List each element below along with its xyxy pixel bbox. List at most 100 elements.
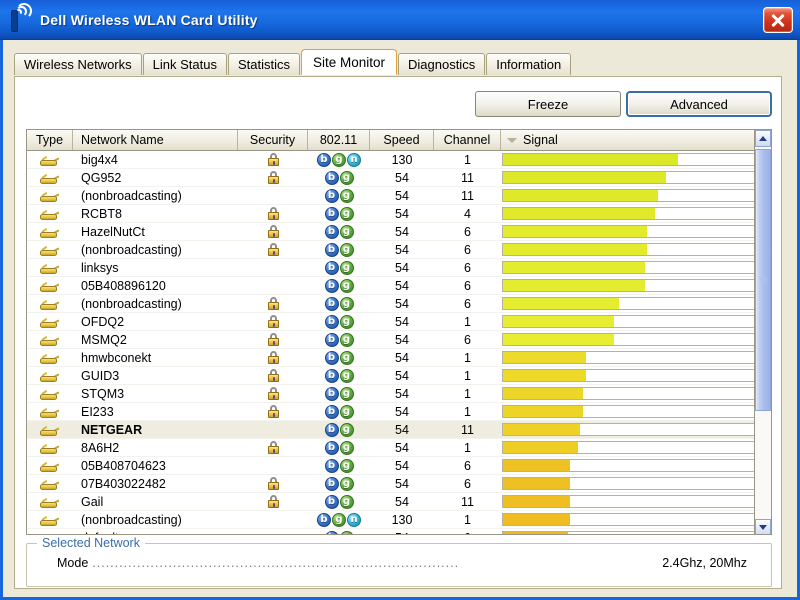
protocol-b-icon: b: [324, 170, 339, 185]
advanced-button[interactable]: Advanced: [626, 91, 772, 117]
channel-cell: 11: [461, 494, 474, 509]
speed-cell: 130: [391, 512, 413, 527]
signal-strength-fill: [503, 226, 648, 237]
protocol-g-icon: g: [339, 404, 354, 419]
signal-strength-fill: [503, 406, 583, 417]
table-row[interactable]: NETGEAR b g 54 11: [27, 421, 771, 439]
protocol-badges: bg: [308, 493, 370, 511]
scrollbar-thumb[interactable]: [755, 149, 771, 411]
table-row[interactable]: 07B403022482 b g 54 6: [27, 475, 771, 493]
column-header-signal[interactable]: Signal: [501, 130, 771, 150]
access-point-icon: [27, 403, 73, 421]
close-icon[interactable]: [763, 6, 793, 33]
signal-cell: [501, 313, 771, 331]
table-row[interactable]: RCBT8 b g 54 4: [27, 205, 771, 223]
window-body: Wireless Networks Link Status Statistics Si…: [0, 40, 800, 600]
table-row[interactable]: HazelNutCt b g 54 6: [27, 223, 771, 241]
table-row[interactable]: GUID3 b g 54 1: [27, 367, 771, 385]
access-point-icon: [27, 151, 73, 169]
signal-cell: [501, 529, 771, 534]
table-row[interactable]: OFDQ2 b g 54 1: [27, 313, 771, 331]
protocol-badges: bg: [308, 313, 370, 331]
signal-strength-fill: [503, 208, 656, 219]
table-row[interactable]: 8A6H2 b g 54 1: [27, 439, 771, 457]
lock-icon: [238, 313, 308, 331]
table-row[interactable]: (nonbroadcasting) b g 54 11: [27, 187, 771, 205]
network-name-cell: 07B403022482: [81, 476, 166, 491]
tab-diagnostics[interactable]: Diagnostics: [398, 53, 486, 75]
tab-statistics[interactable]: Statistics: [227, 53, 300, 75]
signal-strength-bar: [502, 189, 762, 202]
speed-cell: 54: [395, 404, 409, 419]
protocol-badges: bg: [308, 457, 370, 475]
security-cell-empty: [238, 259, 308, 277]
lock-icon: [238, 403, 308, 421]
table-row[interactable]: QG952 b g 54 11: [27, 169, 771, 187]
protocol-g-icon: g: [339, 440, 354, 455]
table-row[interactable]: (nonbroadcasting) b g 54 6: [27, 241, 771, 259]
chevron-down-icon[interactable]: [755, 519, 771, 534]
table-row[interactable]: EI233 b g 54 1: [27, 403, 771, 421]
sort-descending-icon: [507, 137, 517, 143]
lock-icon: [238, 205, 308, 223]
protocol-badges: bg: [308, 259, 370, 277]
table-row[interactable]: (nonbroadcasting) b g 54 6: [27, 295, 771, 313]
access-point-icon: [27, 205, 73, 223]
protocol-badges: bg: [308, 169, 370, 187]
signal-strength-bar: [502, 297, 762, 310]
tabstrip: Wireless Networks Link Status Statistics Si…: [14, 49, 572, 75]
tab-site-monitor[interactable]: Site Monitor: [300, 49, 397, 75]
table-row[interactable]: 05B408704623 b g 54 6: [27, 457, 771, 475]
security-cell-empty: [238, 187, 308, 205]
table-row[interactable]: STQM3 b g 54 1: [27, 385, 771, 403]
channel-cell: 1: [464, 512, 471, 527]
signal-strength-fill: [503, 172, 666, 183]
table-row[interactable]: 05B408896120 b g 54 6: [27, 277, 771, 295]
signal-strength-bar: [502, 369, 762, 382]
protocol-b-icon: b: [324, 386, 339, 401]
speed-cell: 54: [395, 440, 409, 455]
tab-wireless-networks[interactable]: Wireless Networks: [14, 53, 142, 75]
signal-cell: [501, 295, 771, 313]
vertical-scrollbar[interactable]: [754, 130, 771, 534]
channel-cell: 6: [464, 296, 471, 311]
signal-strength-fill: [503, 316, 614, 327]
lock-icon: [238, 331, 308, 349]
column-header-speed[interactable]: Speed: [370, 130, 434, 150]
table-row[interactable]: MSMQ2 b g 54 6: [27, 331, 771, 349]
channel-cell: 1: [464, 368, 471, 383]
column-header-type[interactable]: Type: [27, 130, 73, 150]
protocol-badges: bgn: [308, 511, 370, 529]
signal-cell: [501, 205, 771, 223]
column-header-80211[interactable]: 802.11: [308, 130, 370, 150]
protocol-b-icon: b: [324, 224, 339, 239]
table-row[interactable]: defaultbg546: [27, 529, 771, 535]
scrollbar-track[interactable]: [755, 147, 771, 519]
protocol-b-icon: b: [324, 440, 339, 455]
table-row[interactable]: linksys b g 54 6: [27, 259, 771, 277]
protocol-g-icon: g: [339, 278, 354, 293]
protocol-g-icon: g: [339, 368, 354, 383]
table-row[interactable]: (nonbroadcasting) b g n 130 1: [27, 511, 771, 529]
table-row[interactable]: big4x4 b g n 130 1: [27, 151, 771, 169]
signal-strength-bar: [502, 333, 762, 346]
speed-cell: 54: [395, 458, 409, 473]
table-row[interactable]: hmwbconekt b g 54 1: [27, 349, 771, 367]
freeze-button[interactable]: Freeze: [475, 91, 621, 117]
lock-icon: [238, 349, 308, 367]
tab-information[interactable]: Information: [486, 53, 572, 75]
protocol-b-icon: b: [324, 530, 339, 534]
column-header-network-name[interactable]: Network Name: [73, 130, 238, 150]
tab-link-status[interactable]: Link Status: [142, 53, 227, 75]
column-header-security[interactable]: Security: [238, 130, 308, 150]
signal-cell: [501, 331, 771, 349]
signal-cell: [501, 223, 771, 241]
protocol-g-icon: g: [339, 458, 354, 473]
chevron-up-icon[interactable]: [755, 130, 771, 147]
protocol-g-icon: g: [339, 350, 354, 365]
speed-cell: 54: [370, 529, 434, 535]
signal-strength-fill: [503, 154, 679, 165]
column-header-channel[interactable]: Channel: [434, 130, 501, 150]
speed-cell: 54: [395, 314, 409, 329]
table-row[interactable]: Gail b g 54 11: [27, 493, 771, 511]
